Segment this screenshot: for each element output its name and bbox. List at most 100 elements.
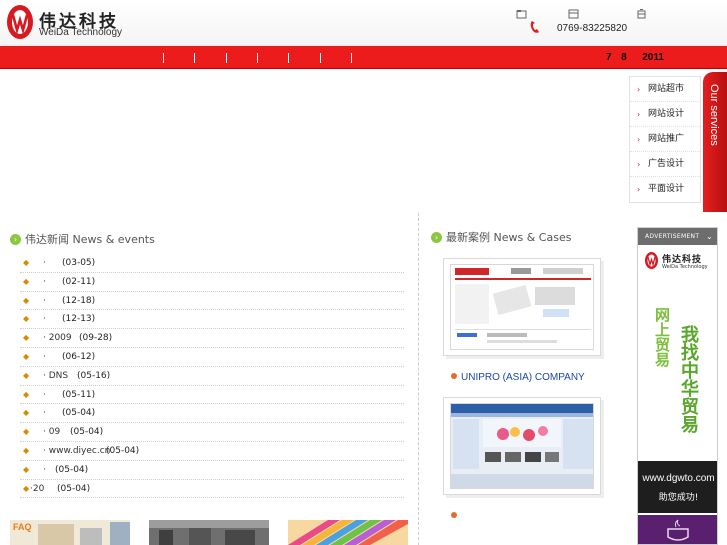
case-card-1[interactable] [443,258,601,356]
news-title[interactable]: · 2009 [43,329,72,347]
news-title[interactable]: · [43,292,46,310]
news-date: (12-18) [62,295,96,306]
news-title[interactable]: · [43,404,46,422]
news-item[interactable]: ◆ · 2009 (09-28) [20,329,404,348]
service-item-graphic-design[interactable]: › 平面设计 [630,177,700,202]
news-title[interactable]: · [43,273,46,291]
date-day: 8 [621,52,627,63]
ad-logo-text-en: WeiDa Technology [662,264,708,270]
bullet-icon: ◆ [23,445,30,455]
bullet-icon: ◆ [23,276,30,286]
logo-text-en: WeiDa Technology [39,27,123,38]
phone-number: 0769-83225820 [557,23,628,34]
news-list: ◆ · (03-05) ◆ · (02-11) ◆ · (12-18) ◆ · (12-13) … [20,254,404,499]
bullet-icon: ◆ [23,314,30,324]
service-item-web-market[interactable]: › 网站超市 [630,77,700,102]
news-title[interactable]: · DNS [43,367,68,385]
case-screenshot-2[interactable] [450,403,594,489]
case-card-2[interactable] [443,397,601,495]
service-label: 平面设计 [648,184,685,194]
news-date: (03-05) [62,258,96,268]
home-icon[interactable] [516,9,527,19]
ad-tagline-2: 我找中华贸易 [678,325,699,433]
news-item[interactable]: ◆ · (05-04) [20,461,404,480]
news-title[interactable]: · [43,461,46,479]
header: 伟达科技 WeiDa Technology 0769-83225820 [0,0,727,46]
services-panel: › 网站超市 › 网站设计 › 网站推广 › 广告设计 › 平面设计 Our servic… [629,72,727,212]
news-item[interactable]: ◆ · (02-11) [20,273,404,292]
chevron-right-icon: › [637,185,641,194]
news-date: (05-04) [55,464,89,475]
news-date: (09-28) [79,333,113,344]
news-date: (05-11) [62,389,96,400]
service-item-web-promotion[interactable]: › 网站推广 [630,127,700,152]
services-tab[interactable]: Our services [703,72,727,212]
news-title[interactable]: · www.diyec.cn [43,442,110,460]
bullet-icon: ◆ [23,370,30,380]
news-item[interactable]: ◆ · (05-11) [20,386,404,405]
service-item-web-design[interactable]: › 网站设计 [630,102,700,127]
service-label: 网站设计 [648,109,685,119]
column-divider [418,213,419,545]
chevron-right-icon: › [637,110,641,119]
services-list: › 网站超市 › 网站设计 › 网站推广 › 广告设计 › 平面设计 [629,76,701,203]
ad-url: www.dgwto.com [642,473,715,484]
bullet-icon: ◆ [23,351,30,361]
news-title[interactable]: · [43,348,46,366]
bullet-icon [451,512,457,518]
faq-thumbnail[interactable]: FAQ [10,520,130,545]
bookmark-icon[interactable] [568,9,579,19]
ad-next-banner[interactable] [638,515,717,544]
nav-separator [257,53,258,63]
news-title[interactable]: · [43,386,46,404]
phone-icon [530,21,539,33]
news-item[interactable]: ◆ · (03-05) [20,254,404,273]
ad-header-label: ADVERTISEMENT [645,233,700,240]
date-month: 7 [606,52,612,63]
nav-separator [194,53,195,63]
news-date: (05-04) [57,483,91,494]
news-item[interactable]: ◆ · www.diyec.cn (05-04) [20,442,404,461]
chevron-right-icon: › [637,160,641,169]
news-heading-text: 伟达新闻 News & events [25,233,155,246]
news-date: (05-04) [106,445,140,456]
advertisement[interactable]: ADVERTISEMENT ⌄ 伟达科技 WeiDa Technology 网上… [637,227,718,545]
service-label: 广告设计 [648,159,685,169]
ad-footer[interactable]: www.dgwto.com 助您成功! [638,461,717,513]
news-item[interactable]: ◆ · (06-12) [20,348,404,367]
news-item[interactable]: ◆ · (05-04) [20,404,404,424]
cases-heading-text: 最新案例 News & Cases [446,231,572,244]
logo-icon[interactable] [5,3,35,41]
bullet-icon: ◆ [23,258,30,267]
ad-tagline-1: 网上贸易 [653,307,671,367]
chevron-down-icon[interactable]: ⌄ [706,228,713,245]
pencils-thumbnail[interactable] [288,520,408,545]
news-item[interactable]: ◆ · 09 (05-04) [20,423,404,442]
chevron-right-icon: › [637,85,641,94]
news-title[interactable]: · [43,310,46,328]
news-date: (12-13) [62,314,96,325]
nav-separator [163,53,164,63]
bullet-icon: ◆ [23,295,30,305]
main-nav: 7 8 2011 [0,46,727,69]
news-title[interactable]: · [43,254,46,272]
news-date: (05-04) [62,408,96,419]
news-item[interactable]: ◆ · (12-13) [20,310,404,330]
case-caption-2[interactable] [451,511,461,522]
bullet-icon: ◆ [23,408,30,418]
page: 伟达科技 WeiDa Technology 0769-83225820 7 8 [0,0,727,545]
photo-thumbnail[interactable] [149,520,269,545]
news-item[interactable]: ◆ ·20 (05-04) [20,480,404,499]
ad-banner[interactable]: 伟达科技 WeiDa Technology 网上贸易 我找中华贸易 [638,245,717,488]
news-item[interactable]: ◆ · DNS (05-16) [20,367,404,386]
news-title[interactable]: · 09 [43,423,60,441]
case-screenshot-1[interactable] [450,264,594,350]
news-title[interactable]: ·20 [30,480,44,498]
case-caption-1[interactable]: UNIPRO (ASIA) COMPANY [451,372,585,383]
service-item-ad-design[interactable]: › 广告设计 [630,152,700,177]
nav-separator [351,53,352,63]
bullet-icon: ◆ [23,427,30,437]
news-item[interactable]: ◆ · (12-18) [20,292,404,311]
news-heading: › 伟达新闻 News & events [10,231,155,247]
contact-icon[interactable] [636,8,647,19]
